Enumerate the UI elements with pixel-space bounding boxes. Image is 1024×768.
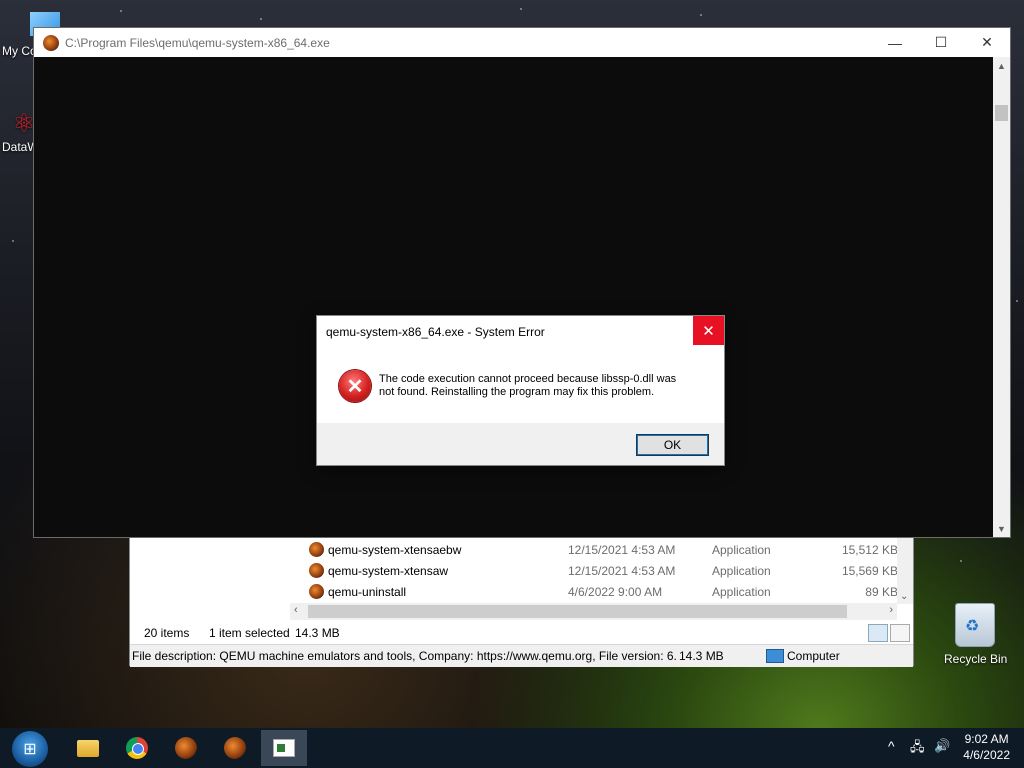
file-row[interactable]: qemu-system-xtensaebw 12/15/2021 4:53 AM…: [130, 539, 898, 560]
vertical-scrollbar[interactable]: ▲ ▼: [993, 57, 1010, 537]
scroll-left-arrow-icon[interactable]: ‹: [294, 604, 298, 616]
taskbar: ⊞ ^ 🖧 🔊 9:02 AM 4/6/2022: [0, 728, 1024, 768]
scroll-down-arrow-icon[interactable]: ⌄: [900, 591, 908, 602]
clock-date: 4/6/2022: [963, 748, 1010, 762]
selected-size: 14.3 MB: [295, 626, 340, 640]
scroll-right-arrow-icon[interactable]: ›: [889, 604, 893, 616]
recycle-bin-icon[interactable]: ♻: [955, 603, 995, 647]
file-row[interactable]: qemu-uninstall 4/6/2022 9:00 AM Applicat…: [130, 581, 898, 602]
file-size: 89 KB: [865, 584, 898, 599]
network-icon[interactable]: 🖧: [910, 738, 925, 760]
minimize-button[interactable]: —: [872, 28, 918, 57]
taskbar-console[interactable]: [261, 730, 307, 766]
console-icon: [273, 739, 295, 757]
file-explorer-window: qemu-system-xtensaebw 12/15/2021 4:53 AM…: [129, 538, 914, 667]
star: [960, 560, 962, 562]
qemu-icon: [175, 737, 197, 759]
file-type: Application: [712, 563, 771, 578]
file-name: qemu-uninstall: [328, 584, 407, 599]
taskbar-qemu-2[interactable]: [212, 730, 258, 766]
maximize-button[interactable]: ☐: [918, 28, 964, 57]
star: [12, 240, 14, 242]
file-date: 12/15/2021 4:53 AM: [568, 542, 676, 557]
file-explorer-icon: [77, 739, 99, 757]
title-bar[interactable]: C:\Program Files\qemu\qemu-system-x86_64…: [34, 28, 1010, 57]
file-description: File description: QEMU machine emulators…: [132, 649, 677, 663]
file-name: qemu-system-xtensaebw: [328, 542, 462, 557]
volume-icon[interactable]: 🔊: [934, 738, 950, 754]
dialog-title: qemu-system-x86_64.exe - System Error: [326, 325, 545, 339]
details-view-icon[interactable]: [868, 624, 888, 642]
error-message-line: not found. Reinstalling the program may …: [379, 386, 655, 398]
file-date: 12/15/2021 4:53 AM: [568, 563, 676, 578]
qemu-icon: [224, 737, 246, 759]
window-title: C:\Program Files\qemu\qemu-system-x86_64…: [65, 35, 330, 50]
qemu-icon: [43, 34, 59, 51]
error-icon: ✕: [339, 370, 371, 402]
selected-count: 1 item selected: [209, 626, 290, 640]
description-size: 14.3 MB: [679, 649, 724, 663]
status-bar: 20 items 1 item selected 14.3 MB: [130, 622, 913, 644]
dialog-close-button[interactable]: ✕: [693, 316, 724, 345]
star: [1016, 300, 1018, 302]
qemu-icon: [309, 584, 324, 599]
scroll-down-arrow-icon[interactable]: ▼: [993, 520, 1010, 537]
file-row[interactable]: qemu-system-xtensaw 12/15/2021 4:53 AM A…: [130, 560, 898, 581]
computer-icon: [766, 649, 784, 663]
system-clock[interactable]: 9:02 AM 4/6/2022: [963, 731, 1010, 763]
close-button[interactable]: ✕: [964, 28, 1010, 57]
qemu-icon: [309, 542, 324, 557]
taskbar-qemu-1[interactable]: [163, 730, 209, 766]
star: [700, 14, 702, 16]
vertical-scrollbar[interactable]: ⌄: [897, 538, 913, 604]
file-size: 15,569 KB: [841, 563, 898, 578]
item-count: 20 items: [144, 626, 190, 640]
chevron-up-icon[interactable]: ^: [888, 738, 895, 754]
system-error-dialog: qemu-system-x86_64.exe - System Error ✕ …: [316, 315, 725, 466]
error-message-line: The code execution cannot proceed becaus…: [379, 373, 677, 385]
star: [120, 10, 122, 12]
taskbar-chrome[interactable]: [114, 730, 160, 766]
chrome-icon: [126, 737, 148, 759]
file-type: Application: [712, 542, 771, 557]
star: [520, 8, 522, 10]
horizontal-scrollbar[interactable]: ‹ ›: [290, 603, 897, 620]
file-name: qemu-system-xtensaw: [328, 563, 449, 578]
horizontal-scroll-thumb[interactable]: [308, 605, 847, 618]
dialog-footer: OK: [317, 423, 724, 465]
star: [260, 18, 262, 20]
scroll-thumb[interactable]: [995, 105, 1008, 121]
ok-button[interactable]: OK: [636, 434, 709, 456]
taskbar-file-explorer[interactable]: [65, 730, 111, 766]
qemu-icon: [309, 563, 324, 578]
large-icons-view-icon[interactable]: [890, 624, 910, 642]
file-type: Application: [712, 584, 771, 599]
error-message: The code execution cannot proceed becaus…: [379, 373, 709, 399]
location-label: Computer: [787, 649, 840, 663]
recycle-bin-label[interactable]: Recycle Bin: [944, 652, 1007, 666]
file-size: 15,512 KB: [841, 542, 898, 557]
scroll-up-arrow-icon[interactable]: ▲: [993, 57, 1010, 74]
details-bar: File description: QEMU machine emulators…: [130, 644, 913, 667]
recycle-icon: ♻: [965, 618, 980, 635]
start-button[interactable]: ⊞: [12, 731, 48, 767]
file-date: 4/6/2022 9:00 AM: [568, 584, 663, 599]
clock-time: 9:02 AM: [964, 732, 1009, 746]
